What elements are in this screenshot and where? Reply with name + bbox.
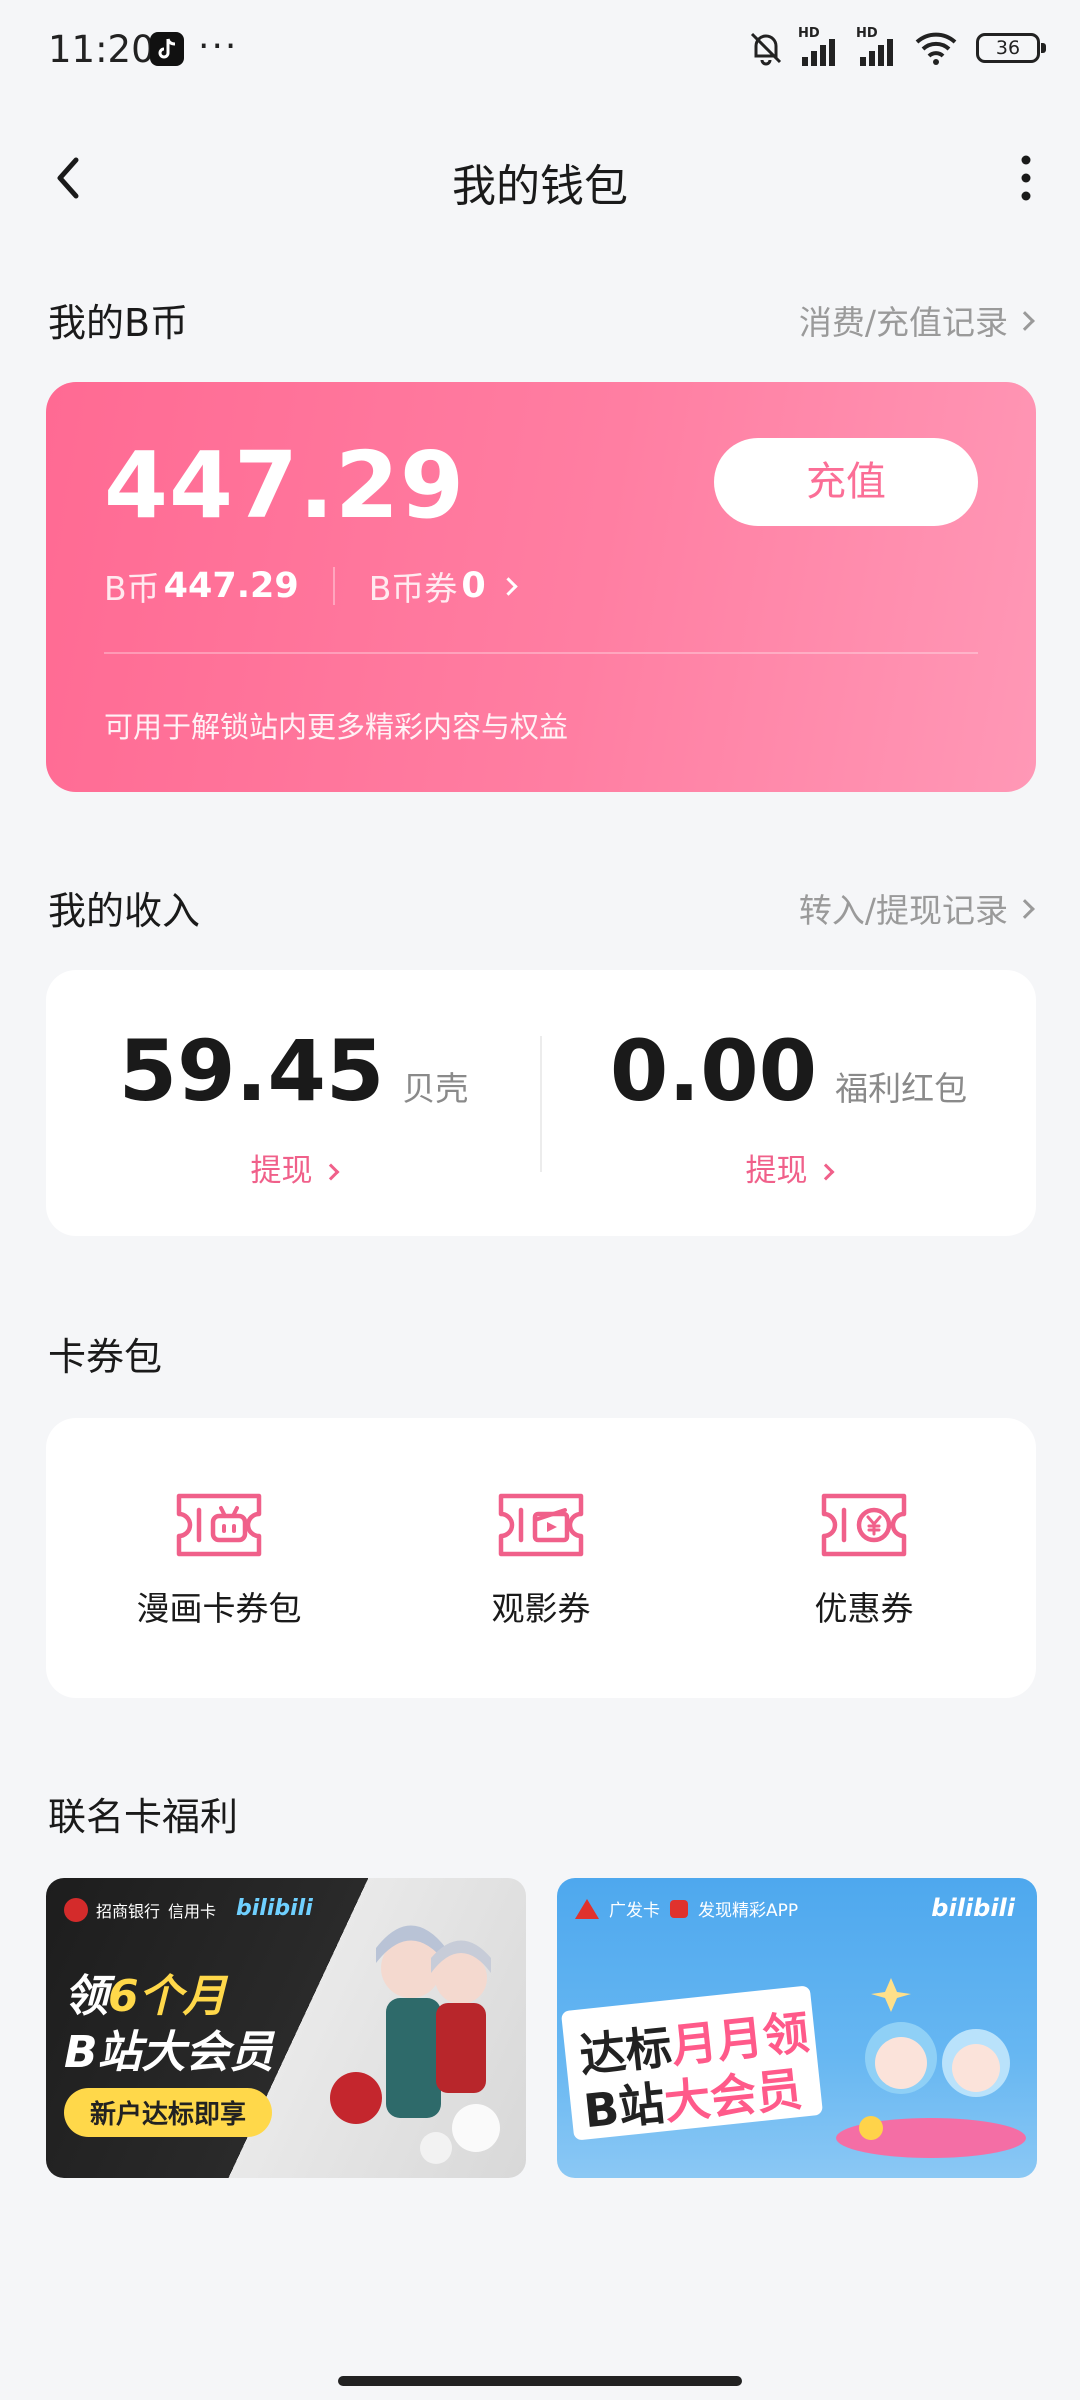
comic-voucher-item[interactable]: 漫画卡券包 — [109, 1490, 329, 1640]
gf-logo-icon — [575, 1898, 599, 1919]
income-card: 59.45 贝壳 提现 0.00 福利红包 提现 — [46, 970, 1036, 1236]
anime-characters-illustration — [330, 1925, 500, 2164]
bcoin-section-title: 我的B币 — [48, 301, 189, 345]
recharge-records-link[interactable]: 消费/充值记录 — [798, 296, 1035, 344]
wifi-icon — [915, 32, 957, 65]
redpacket-value: 0.00 — [609, 1022, 818, 1120]
more-vertical-icon — [1021, 155, 1031, 201]
cmb-headline-1: 领6个月 — [64, 1971, 227, 2022]
cobrand-section-title: 联名卡福利 — [48, 1795, 239, 1839]
bcoin-label: B币 — [104, 569, 160, 608]
status-bar: 11:20 ··· HD HD 36 — [0, 0, 1080, 96]
withdraw-records-label: 转入/提现记录 — [798, 891, 1008, 930]
cobrand-section-header: 联名卡福利 — [48, 1786, 1032, 1846]
cmb-headline-2: B站大会员 — [64, 2027, 274, 2078]
more-notifications-icon: ··· — [198, 26, 239, 67]
divider — [104, 652, 978, 654]
movie-voucher-item[interactable]: 观影券 — [431, 1490, 651, 1640]
recharge-records-label: 消费/充值记录 — [798, 303, 1008, 342]
redpacket-withdraw-button[interactable]: 提现 — [541, 1145, 1036, 1190]
shells-withdraw-button[interactable]: 提现 — [46, 1145, 541, 1190]
gf-card-banner[interactable]: 广发卡 发现精彩APP bilibili 达标月月领 B站大会员 — [557, 1878, 1037, 2178]
signal-icon: HD — [798, 26, 844, 66]
home-indicator[interactable] — [338, 2376, 742, 2386]
yen-coupon-icon — [821, 1493, 907, 1557]
shells-unit: 贝壳 — [402, 1069, 469, 1108]
gf-logo: 广发卡 发现精彩APP — [575, 1896, 798, 1921]
cmb-logo: 招商银行 信用卡 — [64, 1898, 216, 1922]
gf-tagline: 发现精彩APP — [698, 1901, 799, 1921]
cmb-promo-pill: 新户达标即享 — [64, 2088, 273, 2137]
app-icon — [670, 1899, 688, 1918]
redpacket-column: 0.00 福利红包 提现 — [541, 970, 1036, 1236]
redpacket-unit: 福利红包 — [835, 1069, 968, 1108]
page-title: 我的钱包 — [452, 161, 628, 212]
chevron-right-icon — [1015, 311, 1035, 331]
voucher-card: 漫画卡券包 观影券 优惠券 — [46, 1418, 1036, 1698]
battery-level: 36 — [995, 37, 1021, 59]
shells-column: 59.45 贝壳 提现 — [46, 970, 541, 1236]
status-icons: HD HD 36 — [746, 26, 1046, 68]
gf-bank-name: 广发卡 — [609, 1901, 660, 1921]
recharge-button[interactable]: 充值 — [714, 438, 978, 526]
status-time: 11:20 — [48, 28, 155, 71]
bcoin-section-header: 我的B币 消费/充值记录 — [48, 292, 1035, 352]
cmb-card-type: 信用卡 — [168, 1902, 217, 1921]
bcoin-coupon-value: 0 — [461, 566, 486, 606]
chevron-right-icon — [817, 1163, 834, 1181]
income-section-header: 我的收入 转入/提现记录 — [48, 880, 1035, 940]
chevron-right-icon — [499, 576, 518, 596]
bcoin-coupon-label: B币券 — [368, 569, 458, 608]
nav-bar: 我的钱包 — [0, 130, 1080, 226]
signal-icon: HD — [856, 26, 902, 66]
bcoin-card: 447.29 充值 B币 447.29 B币券 0 可用于解锁站内更多精彩内容与… — [46, 382, 1036, 792]
comic-ticket-icon — [176, 1493, 262, 1557]
cmb-logo-icon — [64, 1898, 88, 1922]
cmb-bank-name: 招商银行 — [96, 1902, 161, 1921]
coupon-voucher-item[interactable]: 优惠券 — [754, 1490, 974, 1640]
redpacket-balance: 0.00 福利红包 — [541, 1022, 1036, 1120]
bcoin-coupon-link[interactable]: B币券 0 — [368, 562, 518, 610]
income-section-title: 我的收入 — [48, 889, 201, 933]
wallet-page: 11:20 ··· HD HD 36 我的钱包 我的B币 消费/充值记录 447… — [0, 0, 1080, 2400]
chevron-right-icon — [322, 1163, 339, 1181]
bcoin-note: 可用于解锁站内更多精彩内容与权益 — [104, 710, 569, 744]
bcoin-total: 447.29 — [104, 432, 466, 539]
more-button[interactable] — [990, 148, 1050, 208]
voucher-label: 观影券 — [491, 1589, 591, 1628]
bcoin-breakdown: B币 447.29 B币券 0 — [104, 562, 518, 610]
voucher-label: 优惠券 — [814, 1589, 914, 1628]
shells-value: 59.45 — [118, 1022, 385, 1120]
bcoin-value: 447.29 — [163, 566, 299, 606]
redpacket-withdraw-label: 提现 — [745, 1153, 808, 1189]
shells-withdraw-label: 提现 — [250, 1153, 313, 1189]
voucher-section-header: 卡券包 — [48, 1326, 1032, 1386]
chevron-right-icon — [1015, 899, 1035, 919]
chibi-characters-illustration — [836, 1978, 1026, 2158]
mute-icon — [750, 32, 782, 66]
voucher-label: 漫画卡券包 — [136, 1589, 302, 1628]
movie-ticket-icon — [498, 1493, 584, 1557]
shells-balance: 59.45 贝壳 — [46, 1022, 541, 1120]
bilibili-logo: bilibili — [236, 1896, 313, 1921]
voucher-section-title: 卡券包 — [48, 1335, 163, 1379]
withdraw-records-link[interactable]: 转入/提现记录 — [798, 884, 1035, 932]
bilibili-logo: bilibili — [931, 1894, 1015, 1922]
tiktok-icon — [150, 32, 184, 66]
divider — [332, 567, 335, 605]
cmb-card-banner[interactable]: 招商银行 信用卡 bilibili 领6个月 B站大会员 新户达标即享 — [46, 1878, 526, 2178]
battery-icon: 36 — [976, 33, 1046, 63]
